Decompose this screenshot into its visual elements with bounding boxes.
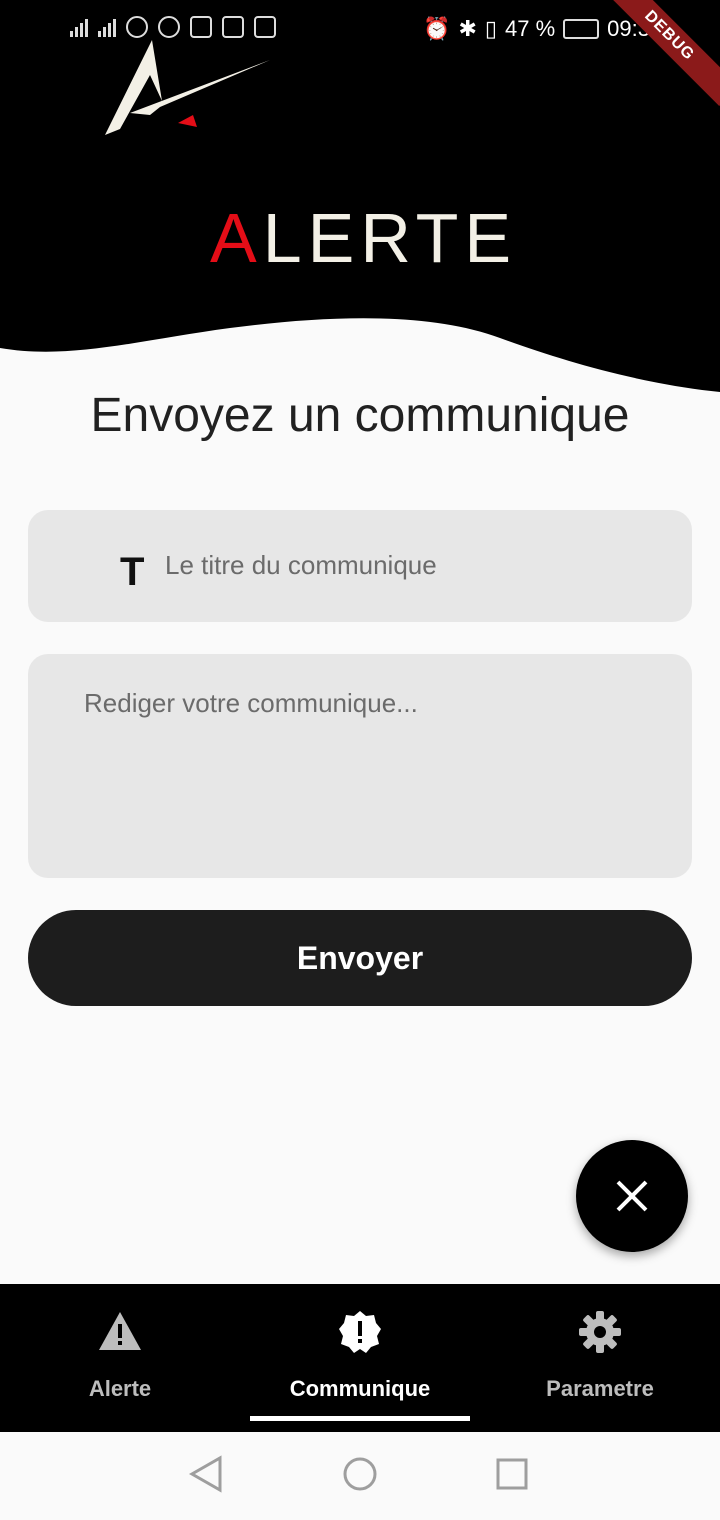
nav-item-parametre[interactable]: Parametre [480, 1284, 720, 1432]
brand-prefix: A [210, 199, 263, 277]
close-fab-button[interactable] [576, 1140, 688, 1252]
home-icon[interactable] [342, 1454, 378, 1494]
battery-icon [563, 19, 600, 39]
nav-label-alerte: Alerte [88, 1376, 152, 1401]
gear-icon [579, 1311, 621, 1353]
message-textarea[interactable]: Rediger votre communique... [28, 654, 692, 878]
alarm-icon: ⏰ [423, 16, 451, 41]
nav-item-communique[interactable]: Communique [240, 1284, 480, 1432]
brand-rest: LERTE [262, 199, 518, 277]
page-title: Envoyez un communique [90, 389, 630, 442]
vibrate-icon: ▯ [484, 16, 498, 41]
active-tab-indicator [250, 1416, 470, 1421]
title-input[interactable]: T Le titre du communique [28, 510, 692, 622]
badge-alert-icon [339, 1311, 381, 1353]
system-nav-bar [0, 1432, 720, 1520]
send-button[interactable]: Envoyer [28, 910, 692, 1006]
close-icon [616, 1180, 648, 1212]
bluetooth-icon: ✱ [458, 16, 477, 41]
app-header: ⏰ ✱ ▯ 47 % 09:3 DEBUG ALERTE [0, 0, 720, 400]
title-placeholder: Le titre du communique [165, 550, 437, 580]
battery-percent: 47 % [505, 16, 556, 41]
text-title-icon: T [120, 550, 145, 594]
warning-icon [99, 1312, 141, 1350]
recents-icon[interactable] [494, 1454, 530, 1494]
nav-label-parametre: Parametre [546, 1376, 654, 1401]
brand-wordmark: ALERTE [210, 198, 517, 278]
bottom-navigation: Alerte Communique Parametre [0, 1284, 720, 1432]
message-placeholder: Rediger votre communique... [84, 688, 418, 718]
nav-label-communique: Communique [289, 1376, 431, 1401]
nav-item-alerte[interactable]: Alerte [0, 1284, 240, 1432]
logo-mark-icon [105, 40, 270, 135]
back-icon[interactable] [188, 1454, 224, 1494]
status-right: ⏰ ✱ ▯ 47 % 09:3 [423, 16, 650, 42]
